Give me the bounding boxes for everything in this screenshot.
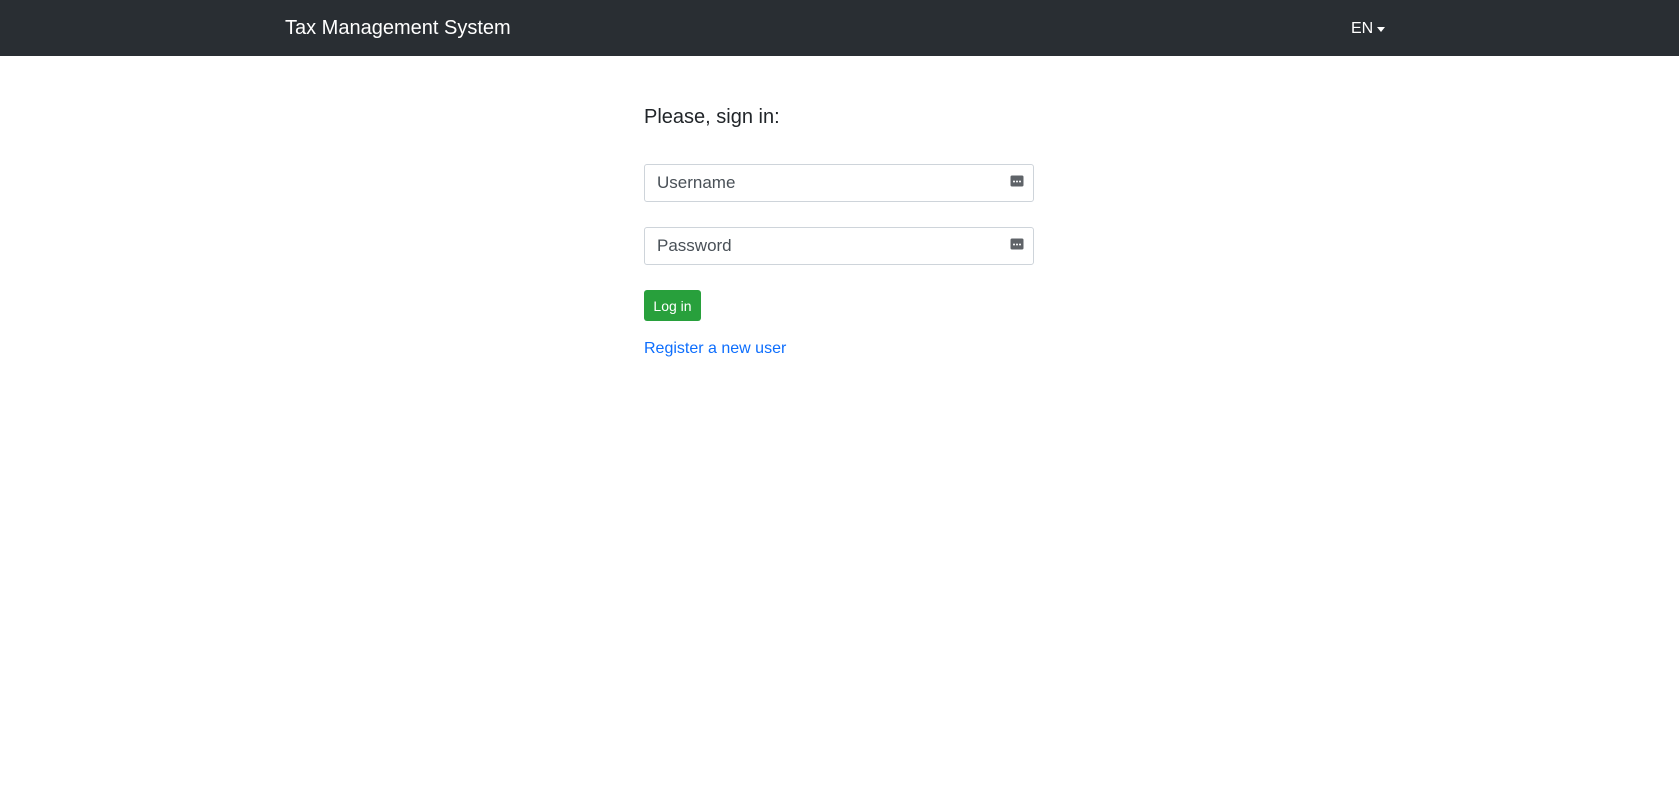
password-manager-key-icon[interactable] [1010, 237, 1024, 251]
password-field[interactable] [644, 227, 1034, 265]
login-button[interactable]: Log in [644, 290, 701, 321]
username-input[interactable] [645, 165, 1033, 201]
password-manager-key-icon[interactable] [1010, 174, 1024, 188]
language-dropdown[interactable]: EN [1351, 18, 1386, 40]
app-brand[interactable]: Tax Management System [285, 16, 511, 40]
username-field[interactable] [644, 164, 1034, 202]
password-input[interactable] [645, 228, 1033, 264]
caret-down-icon [1377, 26, 1386, 32]
language-label: EN [1351, 20, 1374, 37]
register-link[interactable]: Register a new user [644, 339, 786, 359]
top-navbar: Tax Management System EN [0, 0, 1679, 56]
sign-in-heading: Please, sign in: [644, 106, 780, 128]
